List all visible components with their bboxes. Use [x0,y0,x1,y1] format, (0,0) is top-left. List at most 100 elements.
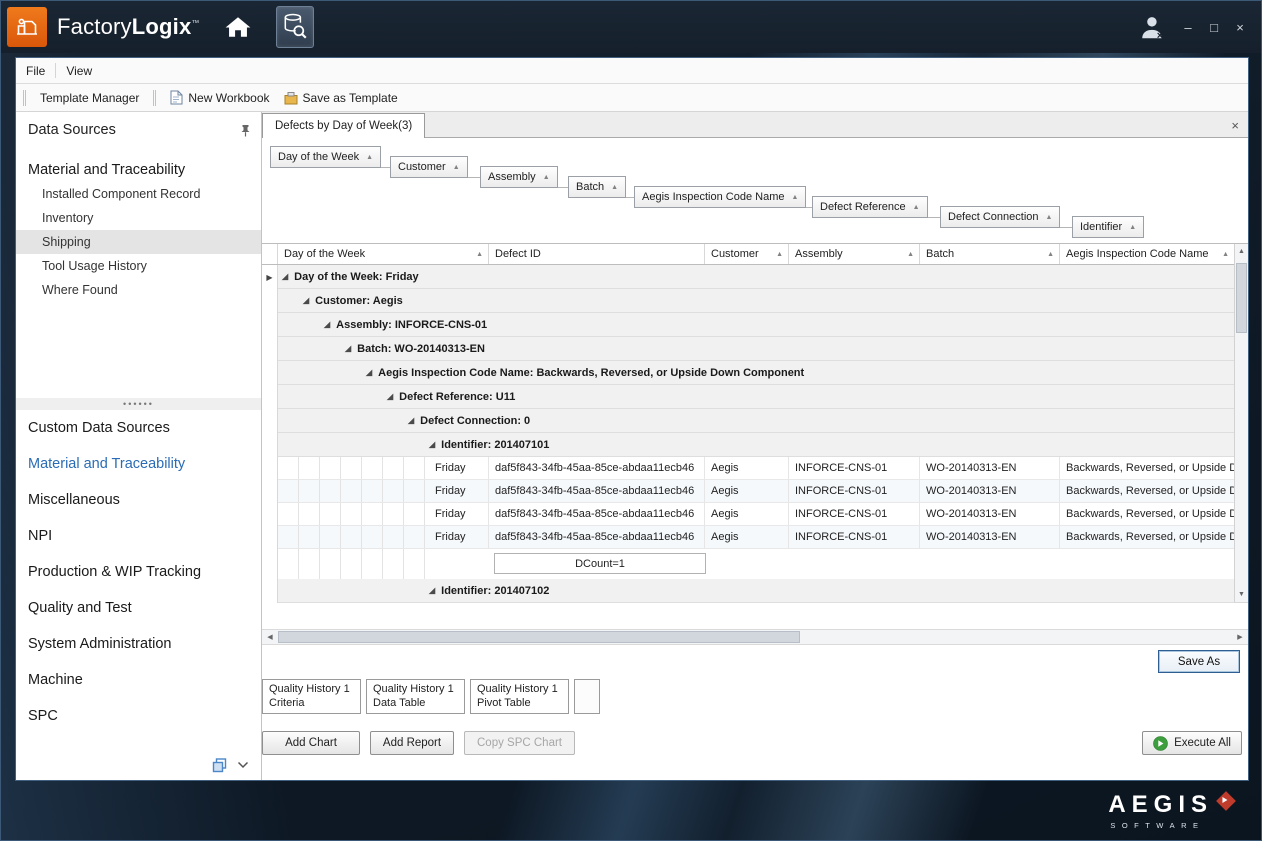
table-row[interactable]: Friday daf5f843-34fb-45aa-85ce-abdaa11ec… [262,457,1234,480]
cell-customer: Aegis [705,480,789,502]
collapse-group-icon[interactable]: ◢ [366,368,372,377]
save-as-button[interactable]: Save As [1158,650,1240,673]
collapse-group-icon[interactable]: ◢ [429,586,435,595]
menu-item-file[interactable]: File [16,58,55,83]
execute-all-button[interactable]: Execute All [1142,731,1242,755]
sidebar-item-inventory[interactable]: Inventory [16,206,261,230]
summary-dcount: DCount=1 [494,553,706,574]
group-field-defect-reference[interactable]: Defect Reference▲ [812,196,928,218]
actions-row: Add Chart Add Report Copy SPC Chart Exec… [262,731,1248,755]
group-field-aegis-inspection-code-name[interactable]: Aegis Inspection Code Name▲ [634,186,806,208]
table-row[interactable]: Friday daf5f843-34fb-45aa-85ce-abdaa11ec… [262,503,1234,526]
copy-spc-chart-button[interactable]: Copy SPC Chart [464,731,575,755]
group-row[interactable]: ◢Defect Reference: U11 [262,385,1234,409]
application-window: FactoryLogix™ × – □ × [0,0,1262,841]
document-tab-defects-by-day-of-week[interactable]: Defects by Day of Week(3) [262,113,425,138]
group-field-assembly[interactable]: Assembly▲ [480,166,558,188]
column-header-day-of-the-week[interactable]: Day of the Week▲ [278,244,489,264]
row-indicator-cell [262,433,278,457]
sort-ascending-icon: ▲ [791,194,798,201]
group-field-identifier[interactable]: Identifier▲ [1072,216,1144,238]
cell-customer: Aegis [705,457,789,479]
sheet-tab-quality-history-pivot-table[interactable]: Quality History 1 Pivot Table [470,679,569,714]
group-row[interactable]: ▶ ◢Day of the Week: Friday [262,265,1234,289]
home-icon [224,15,252,39]
group-row[interactable]: ◢Defect Connection: 0 [262,409,1234,433]
group-row[interactable]: ◢Aegis Inspection Code Name: Backwards, … [262,361,1234,385]
category-custom-data-sources[interactable]: Custom Data Sources [16,410,261,446]
collapse-group-icon[interactable]: ◢ [282,272,288,281]
group-field-day-of-the-week[interactable]: Day of the Week▲ [270,146,381,168]
collapse-group-icon[interactable]: ◢ [408,416,414,425]
category-npi[interactable]: NPI [16,518,261,554]
vertical-scroll-thumb[interactable] [1236,263,1247,333]
column-header-defect-id[interactable]: Defect ID [489,244,705,264]
sheet-tab-quality-history-criteria[interactable]: Quality History 1 Criteria [262,679,361,714]
sidebar-item-where-found[interactable]: Where Found [16,278,261,302]
collapse-group-icon[interactable]: ◢ [303,296,309,305]
group-row[interactable]: ◢Identifier: 201407101 [262,433,1234,457]
horizontal-scroll-thumb[interactable] [278,631,800,643]
close-button[interactable]: × [1229,16,1251,38]
category-quality-and-test[interactable]: Quality and Test [16,590,261,626]
trademark: ™ [191,19,199,28]
group-row[interactable]: ◢Customer: Aegis [262,289,1234,313]
cell-batch: WO-20140313-EN [920,526,1060,548]
new-workbook-button[interactable]: New Workbook [163,87,276,109]
sidebar-item-installed-component-record[interactable]: Installed Component Record [16,182,261,206]
group-row[interactable]: ◢ Assembly: INFORCE-CNS-01 [262,313,1234,337]
pin-icon[interactable] [240,124,251,137]
row-indicator-cell [262,313,278,337]
sidebar-item-tool-usage-history[interactable]: Tool Usage History [16,254,261,278]
scroll-up-button[interactable]: ▲ [1235,244,1248,259]
add-report-button[interactable]: Add Report [370,731,454,755]
scroll-right-button[interactable]: ▶ [1232,630,1248,644]
group-field-customer[interactable]: Customer▲ [390,156,468,178]
add-chart-button[interactable]: Add Chart [262,731,360,755]
pages-icon[interactable] [212,758,227,773]
template-manager-button[interactable]: Template Manager [33,87,146,109]
category-production-wip-tracking[interactable]: Production & WIP Tracking [16,554,261,590]
category-miscellaneous[interactable]: Miscellaneous [16,482,261,518]
category-material-and-traceability[interactable]: Material and Traceability [16,446,261,482]
chevron-down-icon[interactable] [237,761,249,769]
menu-item-view[interactable]: View [56,58,102,83]
minimize-button[interactable]: – [1177,16,1199,38]
table-row[interactable]: Friday daf5f843-34fb-45aa-85ce-abdaa11ec… [262,480,1234,503]
collapse-group-icon[interactable]: ◢ [429,440,435,449]
collapse-group-icon[interactable]: ◢ [387,392,393,401]
sort-ascending-icon: ▲ [1218,251,1229,258]
maximize-button[interactable]: □ [1203,16,1225,38]
save-as-template-button[interactable]: Save as Template [277,87,405,109]
column-header-assembly[interactable]: Assembly▲ [789,244,920,264]
group-row[interactable]: ◢Identifier: 201407102 [262,579,1234,603]
category-spc[interactable]: SPC [16,698,261,734]
group-row-label: Assembly: INFORCE-CNS-01 [336,319,487,331]
column-header-aegis-inspection-code-name[interactable]: Aegis Inspection Code Name▲ [1060,244,1234,264]
home-button[interactable] [218,6,258,48]
category-system-administration[interactable]: System Administration [16,626,261,662]
group-row[interactable]: ◢Batch: WO-20140313-EN [262,337,1234,361]
document-close-icon[interactable]: × [1231,118,1248,137]
sheet-tab-quality-history-data-table[interactable]: Quality History 1 Data Table [366,679,465,714]
category-machine[interactable]: Machine [16,662,261,698]
group-field-batch[interactable]: Batch▲ [568,176,626,198]
sidebar-item-shipping[interactable]: Shipping [16,230,261,254]
sort-ascending-icon: ▲ [1043,251,1054,258]
vertical-scrollbar[interactable]: ▲ ▼ [1234,244,1248,602]
group-by-panel: Day of the Week▲ Customer▲ Assembly▲ Bat… [262,138,1248,244]
column-header-batch[interactable]: Batch▲ [920,244,1060,264]
table-row[interactable]: Friday daf5f843-34fb-45aa-85ce-abdaa11ec… [262,526,1234,549]
sidebar-splitter[interactable]: •••••• [16,398,261,410]
cell-customer: Aegis [705,526,789,548]
collapse-group-icon[interactable]: ◢ [345,344,351,353]
user-session-button[interactable]: × [1133,6,1173,48]
scroll-left-button[interactable]: ◀ [262,630,278,644]
sort-ascending-icon: ▲ [543,174,550,181]
horizontal-scrollbar[interactable]: ◀ ▶ [262,629,1248,645]
column-header-customer[interactable]: Customer▲ [705,244,789,264]
data-analysis-button[interactable] [276,6,314,48]
scroll-down-button[interactable]: ▼ [1235,587,1248,602]
collapse-group-icon[interactable]: ◢ [324,320,330,329]
group-field-defect-connection[interactable]: Defect Connection▲ [940,206,1060,228]
